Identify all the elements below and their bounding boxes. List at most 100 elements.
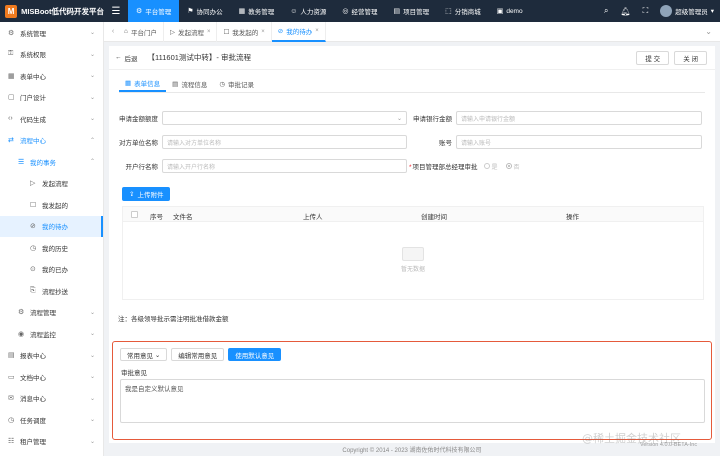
topnav-item-7[interactable]: ▣ demo — [489, 0, 531, 22]
form-tab-icon: ◷ — [219, 81, 225, 88]
topnav-item-2[interactable]: ▦ 教务管理 — [231, 0, 283, 22]
sidebar-item-15[interactable]: ▤ 报表中心 ⌄ — [0, 345, 103, 367]
close-icon[interactable]: × — [207, 29, 211, 35]
payee-input[interactable]: 请输入对方单位名称 — [162, 135, 407, 149]
sidebar-item-13[interactable]: ⚙ 流程管理 ⌄ — [0, 302, 103, 324]
sidebar-item-16[interactable]: ▭ 文档中心 ⌄ — [0, 366, 103, 388]
back-button[interactable]: ← 后退 — [115, 53, 148, 63]
close-button[interactable]: 关 闭 — [674, 51, 707, 65]
openbank-input[interactable]: 请输入开户行名称 — [162, 159, 407, 173]
page-tab-3[interactable]: ⊘ 我的待办 × — [271, 21, 326, 42]
opinion-textarea[interactable]: 我是自定义默认意见 — [120, 379, 705, 423]
sidebar-item-3[interactable]: ▢ 门户设计 ⌄ — [0, 87, 103, 109]
tabs-scroll-left-icon[interactable]: ‹ — [108, 28, 118, 35]
sidebar-item-4[interactable]: ‹› 代码生成 ⌄ — [0, 108, 103, 130]
topnav-item-4[interactable]: ◎ 经营管理 — [334, 0, 385, 22]
topnav-item-3[interactable]: ☺ 人力资源 — [282, 0, 334, 22]
sidebar-item-7[interactable]: ▷ 发起流程 — [0, 173, 103, 195]
edit-common-opinion-button[interactable]: 编辑常用意见 — [171, 348, 225, 361]
form-tab-1[interactable]: ▤ 流程信息 — [166, 76, 213, 92]
sidebar-item-label: 发起流程 — [42, 181, 68, 189]
sidebar-item-6[interactable]: ☰ 我的事务 ⌃ — [0, 151, 103, 173]
bank-amount-input[interactable]: 请输入申请银行金额 — [456, 111, 702, 125]
topnav-label: 人力资源 — [300, 9, 327, 16]
sidebar-item-label: 任务调度 — [20, 417, 46, 425]
upload-label: 上传附件 — [137, 192, 164, 199]
account-input[interactable]: 请输入账号 — [456, 135, 702, 149]
fullscreen-icon[interactable]: ⛶ — [643, 6, 649, 16]
menu-toggle-icon[interactable]: ☰ — [104, 0, 128, 22]
select-all-checkbox[interactable] — [131, 211, 138, 218]
tabs-more-icon[interactable]: ⌄ — [705, 27, 712, 36]
sidebar-item-label: 消息中心 — [20, 396, 46, 404]
sidebar-item-18[interactable]: ◷ 任务调度 ⌄ — [0, 409, 103, 431]
form-tab-0[interactable]: ▦ 表单信息 — [119, 76, 167, 92]
sidebar-item-8[interactable]: ☐ 我发起的 — [0, 194, 103, 216]
sidebar-item-label: 文档中心 — [20, 374, 46, 382]
arrow-left-icon: ← — [115, 54, 122, 61]
form-tab-label: 审批记录 — [227, 82, 254, 89]
chevron-down-icon: ⌄ — [396, 115, 402, 122]
sidebar-item-11[interactable]: ⊙ 我的已办 — [0, 259, 103, 281]
close-icon[interactable]: × — [315, 28, 319, 34]
chevron-icon: ⌄ — [89, 417, 95, 424]
page-tab-2[interactable]: ☐ 我发起的 × — [217, 21, 272, 42]
sidebar-item-label: 我的历史 — [42, 245, 68, 253]
sidebar-item-5[interactable]: ⇄ 流程中心 ⌃ — [0, 130, 103, 152]
sidebar-icon: ⚿ — [8, 50, 14, 58]
page-tab-icon: ⊘ — [277, 27, 284, 35]
sidebar-item-0[interactable]: ⚙ 系统管理 ⌄ — [0, 22, 103, 44]
amount-label: 申请金额额度 — [119, 116, 158, 123]
close-icon[interactable]: × — [261, 29, 265, 35]
topnav-label: 教务管理 — [248, 9, 275, 16]
col-filename: 文件名 — [173, 214, 193, 221]
sidebar-item-12[interactable]: ⎘ 流程抄送 — [0, 280, 103, 302]
sidebar-item-1[interactable]: ⚿ 系统权限 ⌄ — [0, 44, 103, 66]
common-opinion-dropdown[interactable]: 常用意见 ⌄ — [120, 348, 168, 361]
sidebar-item-label: 我的事务 — [30, 159, 56, 167]
topnav-item-1[interactable]: ⚑ 协同办公 — [179, 0, 230, 22]
topnav-item-6[interactable]: ⬚ 分销商城 — [437, 0, 489, 22]
page-tabs-bar: ‹ ⌂ 平台门户 ▷ 发起流程 × ☐ 我发起的 × ⊘ 我的待办 × ⌄ — [104, 21, 720, 42]
opinion-panel: 常用意见 ⌄ 编辑常用意见 使用默认意见 审批意见 我是自定义默认意见 — [112, 341, 712, 440]
form-tabs: ▦ 表单信息 ▤ 流程信息 ◷ 审批记录 — [119, 76, 705, 93]
sidebar-icon: ▤ — [8, 352, 15, 360]
page-tab-0[interactable]: ⌂ 平台门户 — [118, 21, 164, 42]
sidebar-item-label: 系统管理 — [20, 30, 46, 38]
chevron-icon: ⌄ — [89, 331, 95, 338]
col-created: 创建时间 — [421, 214, 447, 221]
topnav-item-5[interactable]: ▤ 项目管理 — [385, 0, 437, 22]
chevron-icon: ⌄ — [89, 73, 95, 80]
bell-icon[interactable]: 🔔︎ — [620, 7, 630, 16]
sidebar-item-14[interactable]: ◉ 流程监控 ⌄ — [0, 323, 103, 345]
search-icon[interactable]: ⌕ — [604, 6, 608, 16]
sidebar-item-2[interactable]: ▦ 表单中心 ⌄ — [0, 65, 103, 87]
upload-attachment-button[interactable]: ⇪ 上传附件 — [122, 187, 171, 201]
sidebar-item-label: 我的已办 — [42, 267, 68, 275]
use-default-opinion-button[interactable]: 使用默认意见 — [228, 348, 282, 361]
amount-select[interactable]: ⌄ — [162, 111, 407, 125]
sidebar-item-9[interactable]: ⊘ 我的待办 — [0, 215, 103, 237]
sidebar-item-label: 代码生成 — [20, 116, 46, 124]
sidebar-item-19[interactable]: ☷ 租户管理 ⌄ — [0, 431, 103, 453]
col-actions: 操作 — [566, 214, 579, 221]
topnav-label: 经营管理 — [351, 9, 378, 16]
submit-button[interactable]: 提 交 — [636, 51, 670, 65]
chevron-icon: ⌄ — [89, 374, 95, 381]
back-label: 后退 — [124, 55, 138, 63]
sidebar-icon: ▦ — [8, 72, 15, 80]
form-tab-2[interactable]: ◷ 审批记录 — [213, 76, 260, 92]
approve-no-radio[interactable]: 否 — [505, 162, 520, 171]
topnav-item-0[interactable]: ⚙ 平台管理 — [128, 0, 180, 22]
avatar — [660, 5, 673, 17]
chevron-icon: ⌃ — [89, 137, 95, 144]
logo[interactable]: M MISBoot低代码开发平台 — [0, 0, 104, 22]
page-tab-1[interactable]: ▷ 发起流程 × — [164, 21, 218, 42]
sidebar-item-10[interactable]: ◷ 我的历史 — [0, 237, 103, 259]
approve-yes-radio[interactable]: 是 — [483, 162, 498, 171]
sidebar-icon: ⚙ — [8, 29, 15, 37]
sidebar-item-17[interactable]: ✉ 消息中心 ⌄ — [0, 388, 103, 410]
user-menu[interactable]: 超级管理员 ▾ — [660, 5, 714, 17]
topnav-icon: ▣ — [496, 8, 504, 15]
page-tab-icon: ▷ — [169, 28, 175, 36]
